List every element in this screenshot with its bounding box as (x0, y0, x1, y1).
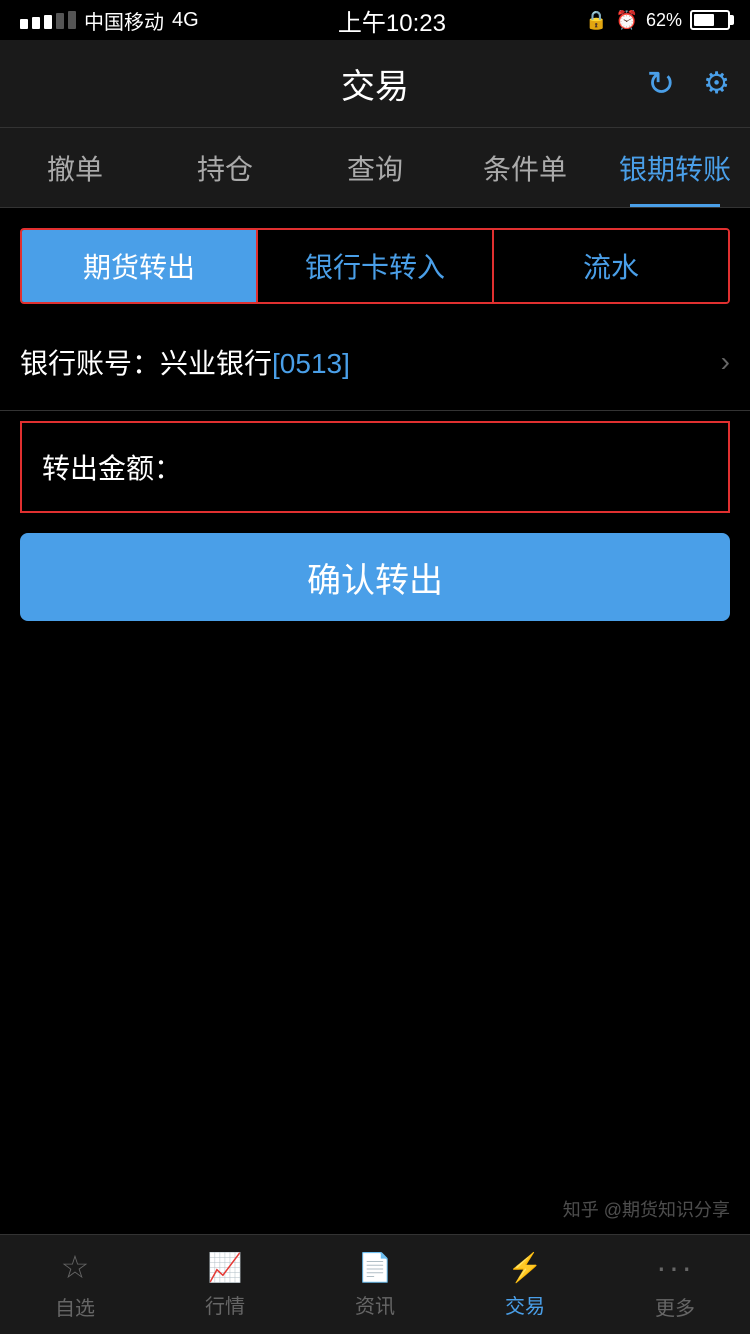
status-bar: 中国移动 4G 上午10:23 🔒 ⏰ 62% (0, 0, 750, 40)
network-label: 4G (172, 9, 199, 32)
lock-icon: 🔒 (585, 10, 607, 31)
news-icon: 📄 (358, 1251, 393, 1284)
content-area: 期货转出 银行卡转入 流水 银行账号：兴业银行[0513] › 转出金额： 确认… (0, 228, 750, 621)
status-left: 中国移动 4G (20, 6, 199, 35)
carrier-label: 中国移动 (84, 6, 164, 35)
bottom-nav: ☆ 自选 📈 行情 📄 资讯 ⚡ 交易 ··· 更多 (0, 1234, 750, 1334)
amount-row: 转出金额： (20, 421, 730, 513)
tab-conditional[interactable]: 条件单 (450, 128, 600, 207)
watchlist-label: 自选 (55, 1292, 95, 1321)
sub-tabs: 期货转出 银行卡转入 流水 (20, 228, 730, 304)
tab-position[interactable]: 持仓 (150, 128, 300, 207)
market-icon: 📈 (208, 1251, 243, 1284)
bank-account-row[interactable]: 银行账号：兴业银行[0513] › (0, 314, 750, 411)
trade-label: 交易 (505, 1290, 545, 1319)
tab-cancel[interactable]: 撤单 (0, 128, 150, 207)
nav-news[interactable]: 📄 资讯 (300, 1235, 450, 1334)
watchlist-icon: ☆ (61, 1248, 90, 1286)
nav-tabs: 撤单 持仓 查询 条件单 银期转账 (0, 128, 750, 208)
market-label: 行情 (205, 1290, 245, 1319)
bank-account-text: 银行账号：兴业银行[0513] (20, 342, 350, 382)
status-time: 上午10:23 (338, 3, 446, 38)
page-title: 交易 (341, 59, 409, 108)
confirm-transfer-button[interactable]: 确认转出 (20, 533, 730, 621)
watermark: 知乎 @期货知识分享 (563, 1197, 730, 1224)
refresh-icon[interactable]: ↻ (647, 64, 676, 104)
alarm-icon: ⏰ (616, 10, 638, 31)
amount-input[interactable] (182, 451, 708, 483)
more-label: 更多 (655, 1292, 695, 1321)
amount-label: 转出金额： (42, 447, 182, 487)
nav-more[interactable]: ··· 更多 (600, 1235, 750, 1334)
battery-indicator (690, 10, 730, 30)
nav-watchlist[interactable]: ☆ 自选 (0, 1235, 150, 1334)
header-actions: ↻ ⚙ (647, 64, 730, 104)
tab-transfer[interactable]: 银期转账 (600, 128, 750, 207)
trade-icon: ⚡ (508, 1251, 543, 1284)
settings-icon[interactable]: ⚙ (703, 66, 730, 101)
battery-percent: 62% (646, 10, 682, 31)
status-right: 🔒 ⏰ 62% (585, 10, 730, 31)
news-label: 资讯 (355, 1290, 395, 1319)
subtab-history[interactable]: 流水 (494, 230, 728, 302)
more-icon: ··· (656, 1249, 694, 1286)
tab-query[interactable]: 查询 (300, 128, 450, 207)
nav-trade[interactable]: ⚡ 交易 (450, 1235, 600, 1334)
subtab-futures-out[interactable]: 期货转出 (22, 230, 258, 302)
header: 交易 ↻ ⚙ (0, 40, 750, 128)
signal-dots (20, 11, 76, 29)
chevron-right-icon: › (721, 346, 730, 378)
subtab-bank-in[interactable]: 银行卡转入 (258, 230, 494, 302)
nav-market[interactable]: 📈 行情 (150, 1235, 300, 1334)
